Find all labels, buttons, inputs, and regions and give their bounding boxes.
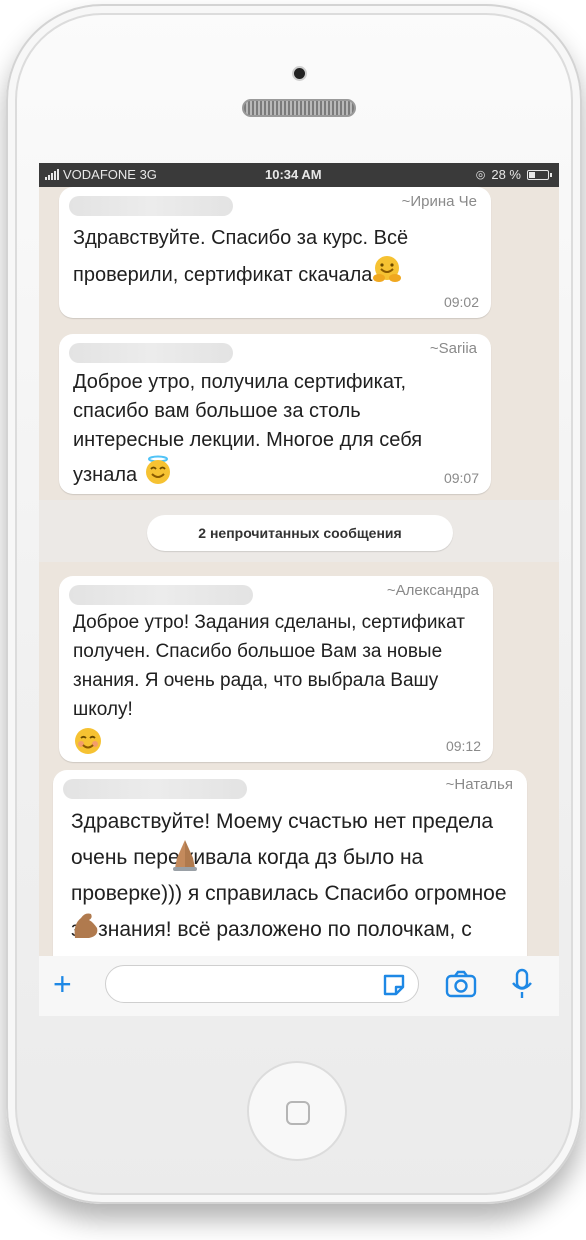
sticker-icon[interactable] (381, 972, 407, 1003)
message-bubble[interactable]: ~Александра Доброе утро! Задания сделаны… (59, 576, 493, 762)
microphone-icon[interactable] (511, 968, 533, 1005)
battery-icon (527, 169, 552, 180)
message-bubble[interactable]: ~Sariia Доброе утро, получила сертификат… (59, 334, 491, 494)
message-text: Доброе утро! Задания сделаны, сертификат… (73, 608, 483, 765)
status-bar: VODAFONE 3G 10:34 AM ◎ 28 % (39, 163, 559, 187)
signal-icon (45, 169, 59, 180)
earpiece-speaker (242, 99, 356, 117)
camera-icon[interactable] (445, 970, 477, 1003)
message-time: 09:02 (443, 294, 479, 310)
battery-percent: 28 % (491, 167, 521, 182)
message-text: Доброе утро, получила сертификат, спасиб… (73, 368, 477, 494)
home-square-icon (286, 1101, 310, 1125)
message-time: 09:12 (445, 738, 481, 754)
hugging-face-icon (372, 255, 402, 296)
blurred-phone-number (63, 779, 247, 799)
blurred-phone-number (69, 343, 233, 363)
praying-hands-icon (171, 838, 199, 877)
unread-messages-label: 2 непрочитанных сообщения (147, 515, 453, 551)
blurred-phone-number (69, 196, 233, 216)
sender-name: ~Наталья (445, 776, 513, 793)
message-input-bar: + (39, 956, 559, 1016)
flexed-biceps-icon (71, 910, 103, 945)
carrier-label: VODAFONE 3G (63, 167, 157, 182)
message-input[interactable] (105, 965, 419, 1003)
front-camera (294, 68, 305, 79)
message-bubble[interactable]: ~Наталья Здравствуйте! Моему счастью нет… (53, 770, 527, 980)
blurred-phone-number (69, 585, 253, 605)
phone-frame: VODAFONE 3G 10:34 AM ◎ 28 % ~Ирина Че Зд… (6, 4, 582, 1204)
chat-screen: VODAFONE 3G 10:34 AM ◎ 28 % ~Ирина Че Зд… (39, 163, 559, 1016)
sender-name: ~Sariia (429, 340, 477, 357)
clock: 10:34 AM (265, 167, 322, 182)
sender-name: ~Александра (386, 582, 479, 599)
halo-face-icon (143, 455, 173, 494)
message-text: Здравствуйте. Спасибо за курс. Всё прове… (73, 221, 477, 296)
home-button[interactable] (247, 1061, 347, 1161)
message-bubble[interactable]: ~Ирина Че Здравствуйте. Спасибо за курс.… (59, 187, 491, 318)
sender-name: ~Ирина Че (401, 193, 477, 210)
smiling-face-icon (73, 726, 483, 765)
message-time: 09:07 (443, 470, 479, 486)
message-text: Здравствуйте! Моему счастью нет предела … (71, 810, 507, 941)
alarm-icon: ◎ (475, 169, 486, 181)
plus-icon[interactable]: + (53, 966, 72, 1002)
